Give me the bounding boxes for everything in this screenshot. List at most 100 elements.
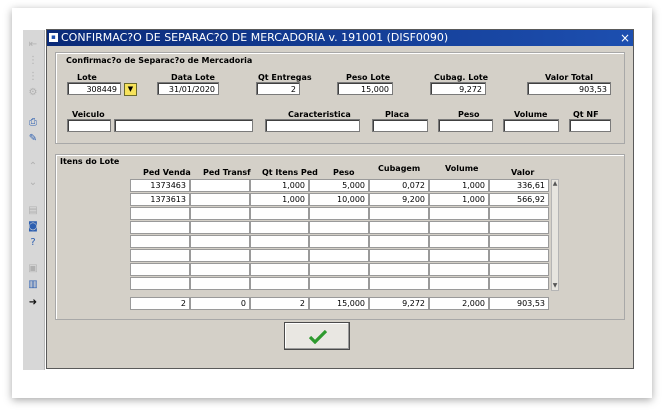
grid-scrollbar[interactable]: ▲ ▼ — [551, 179, 559, 291]
query-icon[interactable]: ⎙ — [26, 116, 40, 129]
table-cell[interactable]: 1,000 — [429, 179, 489, 192]
table-cell[interactable] — [250, 263, 309, 276]
column-header: Ped Transf — [203, 168, 251, 177]
up-icon[interactable]: ⌃ — [26, 160, 40, 173]
header-panel: Confirmac?o de Separac?o de Mercadoria L… — [55, 52, 625, 144]
edit-icon[interactable]: ▤ — [26, 204, 40, 217]
table-cell[interactable] — [130, 249, 190, 262]
table-cell[interactable] — [250, 221, 309, 234]
next-record-icon[interactable]: ⋮ — [26, 70, 40, 83]
qt-nf-label: Qt NF — [573, 110, 599, 119]
table-cell[interactable] — [489, 221, 549, 234]
lock-icon[interactable]: ▣ — [26, 262, 40, 275]
table-cell[interactable]: 1,000 — [429, 193, 489, 206]
app-icon: ▪ — [49, 33, 58, 42]
ok-button[interactable] — [284, 322, 350, 350]
table-cell[interactable] — [429, 221, 489, 234]
table-cell[interactable] — [429, 207, 489, 220]
table-cell[interactable] — [429, 277, 489, 290]
camera-icon[interactable]: ◙ — [26, 220, 40, 233]
table-cell[interactable]: 10,000 — [309, 193, 369, 206]
placa-field[interactable] — [372, 119, 428, 132]
table-cell[interactable] — [190, 235, 250, 248]
table-cell[interactable] — [309, 277, 369, 290]
total-cell: 9,272 — [369, 297, 429, 310]
left-toolbar: ⇤ ⋮ ⋮ ⚙ ⎙ ✎ ⌃ ⌄ ▤ ◙ ? ▣ ▥ ➜ — [23, 30, 45, 370]
table-cell[interactable]: 0,072 — [369, 179, 429, 192]
scroll-up-icon[interactable]: ▲ — [552, 180, 558, 188]
table-cell[interactable] — [190, 179, 250, 192]
table-cell[interactable] — [369, 263, 429, 276]
first-record-icon[interactable]: ⇤ — [26, 38, 40, 51]
table-cell[interactable] — [369, 221, 429, 234]
total-cell: 2,000 — [429, 297, 489, 310]
table-cell[interactable]: 566,92 — [489, 193, 549, 206]
qt-nf-field[interactable] — [569, 119, 611, 132]
trash-icon[interactable]: ▥ — [26, 278, 40, 291]
table-cell[interactable] — [190, 207, 250, 220]
peso-lote-field[interactable]: 15,000 — [337, 82, 393, 95]
table-cell[interactable]: 1373613 — [130, 193, 190, 206]
table-cell[interactable]: 9,200 — [369, 193, 429, 206]
table-cell[interactable] — [190, 277, 250, 290]
table-cell[interactable] — [190, 193, 250, 206]
exit-icon[interactable]: ➜ — [26, 296, 40, 309]
table-cell[interactable] — [130, 235, 190, 248]
valor-total-field[interactable]: 903,53 — [527, 82, 611, 95]
peso-field[interactable] — [438, 119, 493, 132]
caracteristica-field[interactable] — [265, 119, 360, 132]
table-cell[interactable] — [130, 277, 190, 290]
volume-field[interactable] — [503, 119, 559, 132]
veiculo-desc-field[interactable] — [114, 119, 253, 132]
table-cell[interactable]: 1373463 — [130, 179, 190, 192]
last-record-icon[interactable]: ⚙ — [26, 86, 40, 99]
clear-icon[interactable]: ✎ — [26, 132, 40, 145]
table-cell[interactable] — [489, 207, 549, 220]
data-lote-field[interactable]: 31/01/2020 — [157, 82, 219, 95]
table-cell[interactable] — [429, 235, 489, 248]
lote-field[interactable]: 308449 — [67, 82, 121, 95]
table-cell[interactable] — [429, 263, 489, 276]
table-cell[interactable]: 1,000 — [250, 193, 309, 206]
table-cell[interactable] — [309, 221, 369, 234]
table-cell[interactable] — [130, 221, 190, 234]
table-cell[interactable] — [489, 277, 549, 290]
prev-record-icon[interactable]: ⋮ — [26, 54, 40, 67]
table-cell[interactable] — [250, 235, 309, 248]
table-cell[interactable] — [429, 249, 489, 262]
table-cell[interactable] — [130, 207, 190, 220]
table-cell[interactable] — [250, 277, 309, 290]
help-icon[interactable]: ? — [26, 236, 40, 249]
cubag-lote-field[interactable]: 9,272 — [430, 82, 486, 95]
table-cell[interactable]: 5,000 — [309, 179, 369, 192]
table-cell[interactable] — [309, 207, 369, 220]
table-cell[interactable] — [369, 207, 429, 220]
table-cell[interactable] — [130, 263, 190, 276]
table-cell[interactable] — [369, 235, 429, 248]
table-cell[interactable] — [190, 249, 250, 262]
table-cell[interactable] — [369, 277, 429, 290]
table-cell[interactable]: 1,000 — [250, 179, 309, 192]
table-cell[interactable] — [369, 249, 429, 262]
table-cell[interactable] — [309, 235, 369, 248]
table-cell[interactable]: 336,61 — [489, 179, 549, 192]
down-icon[interactable]: ⌄ — [26, 176, 40, 189]
table-cell[interactable] — [309, 263, 369, 276]
total-cell: 0 — [190, 297, 250, 310]
volume-label: Volume — [514, 110, 548, 119]
table-cell[interactable] — [489, 263, 549, 276]
table-cell[interactable] — [489, 235, 549, 248]
table-cell[interactable] — [489, 249, 549, 262]
table-cell[interactable] — [190, 263, 250, 276]
valor-total-label: Valor Total — [545, 73, 593, 82]
table-cell[interactable] — [250, 207, 309, 220]
qt-entregas-field[interactable]: 2 — [256, 82, 300, 95]
veiculo-code-field[interactable] — [67, 119, 111, 132]
table-cell[interactable] — [190, 221, 250, 234]
column-header: Peso — [333, 168, 355, 177]
close-icon[interactable]: × — [620, 30, 630, 46]
lote-dropdown-button[interactable]: ▼ — [124, 83, 137, 96]
table-cell[interactable] — [250, 249, 309, 262]
table-cell[interactable] — [309, 249, 369, 262]
scroll-down-icon[interactable]: ▼ — [552, 282, 558, 290]
